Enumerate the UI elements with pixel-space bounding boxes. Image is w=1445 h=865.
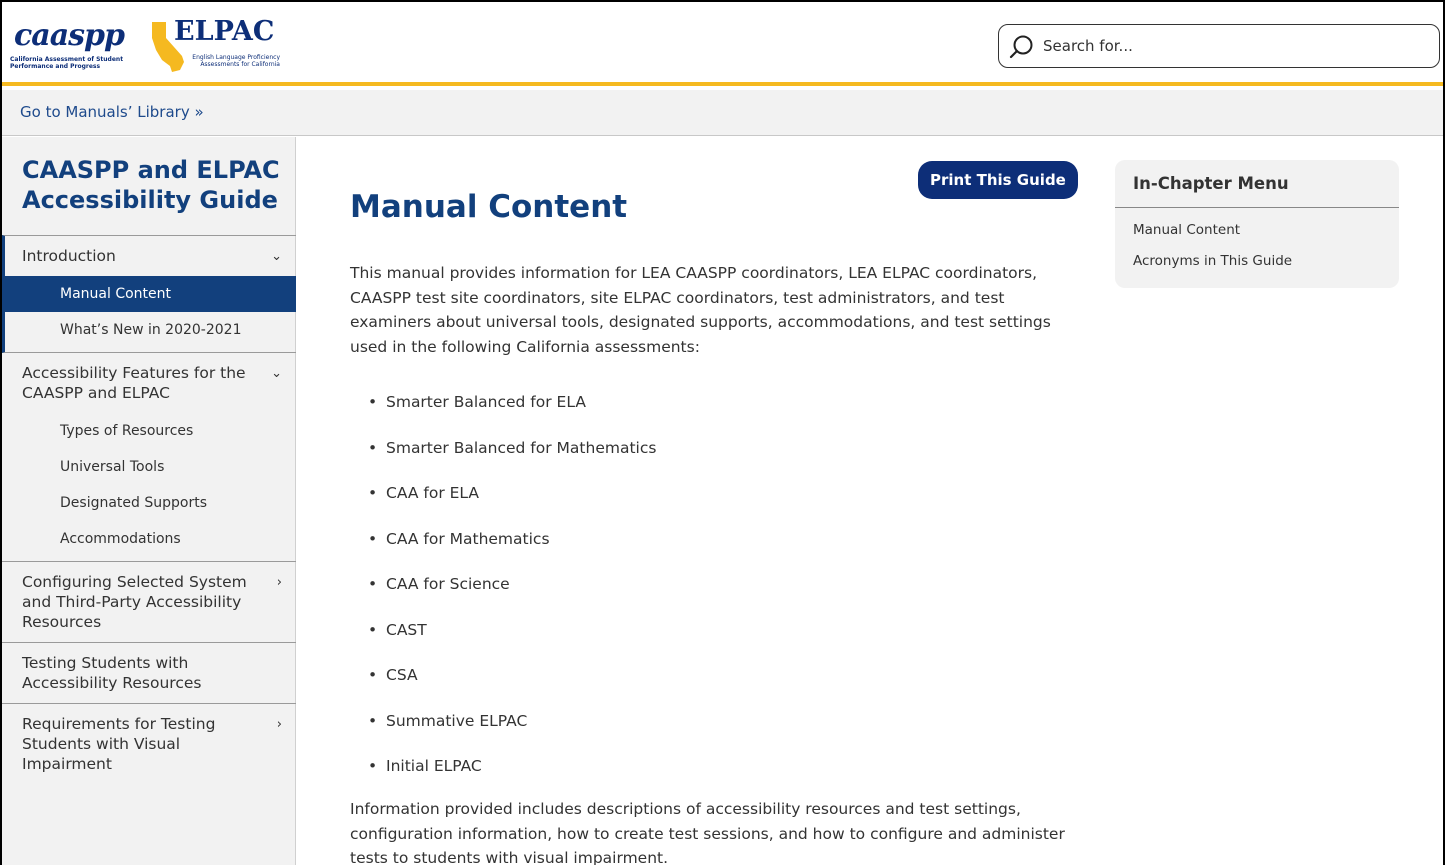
chevron-down-icon[interactable]: ⌄: [271, 364, 282, 384]
chevron-down-icon[interactable]: ⌄: [271, 247, 282, 267]
sidebar-item-testing-students[interactable]: Testing Students with Accessibility Reso…: [2, 643, 296, 703]
search-icon[interactable]: [1009, 34, 1035, 60]
sidebar-item-accessibility-features[interactable]: Accessibility Features for the CAASPP an…: [2, 353, 296, 413]
sidebar-item-configuring[interactable]: Configuring Selected System and Third-Pa…: [2, 562, 296, 642]
sidebar-item-designated-supports[interactable]: Designated Supports: [2, 485, 296, 521]
list-item: Smarter Balanced for ELA: [368, 390, 656, 436]
intro-paragraph: This manual provides information for LEA…: [350, 264, 1051, 356]
page-title: Manual Content: [350, 189, 628, 225]
sidebar-section-accessibility-features: Accessibility Features for the CAASPP an…: [2, 353, 296, 562]
sidebar-item-manual-content[interactable]: Manual Content: [5, 276, 296, 312]
caaspp-logo-tagline: California Assessment of Student Perform…: [10, 56, 124, 70]
chapter-link-manual-content[interactable]: Manual Content: [1133, 222, 1240, 238]
manuals-library-link[interactable]: Go to Manuals’ Library »: [20, 103, 204, 121]
sidebar-section-testing-students: Testing Students with Accessibility Reso…: [2, 643, 296, 704]
sidebar-item-label: Configuring Selected System and Third-Pa…: [22, 573, 247, 631]
in-chapter-menu-title: In-Chapter Menu: [1133, 174, 1289, 193]
list-item: Initial ELPAC: [368, 754, 656, 800]
chapter-link-acronyms[interactable]: Acronyms in This Guide: [1133, 253, 1292, 269]
chevron-right-icon[interactable]: ›: [277, 715, 282, 735]
sidebar-item-label: Testing Students with Accessibility Reso…: [22, 654, 202, 692]
list-item: Smarter Balanced for Mathematics: [368, 436, 656, 482]
library-bar: Go to Manuals’ Library »: [2, 90, 1443, 136]
divider: [1115, 207, 1399, 208]
sidebar-submenu: Types of Resources Universal Tools Desig…: [2, 413, 296, 561]
sidebar-section-introduction: Introduction ⌄ Manual Content What’s New…: [2, 235, 296, 353]
sidebar-item-label: Accessibility Features for the CAASPP an…: [22, 364, 246, 402]
elpac-logo-tagline: English Language Proficiency Assessments…: [192, 54, 280, 68]
list-item: CSA: [368, 663, 656, 709]
elpac-logo-word: ELPAC: [174, 16, 275, 47]
search-input[interactable]: [1043, 31, 1423, 61]
sidebar: CAASPP and ELPAC Accessibility Guide Int…: [2, 137, 296, 865]
in-chapter-menu: In-Chapter Menu Manual Content Acronyms …: [1115, 160, 1399, 288]
sidebar-item-types-of-resources[interactable]: Types of Resources: [2, 413, 296, 449]
sidebar-item-visual-impairment[interactable]: Requirements for Testing Students with V…: [2, 704, 296, 784]
elpac-logo[interactable]: ELPAC English Language Proficiency Asses…: [148, 16, 288, 76]
list-item: CAST: [368, 618, 656, 664]
site-header: caaspp California Assessment of Student …: [2, 2, 1443, 86]
search-box[interactable]: [998, 24, 1440, 68]
sidebar-title: CAASPP and ELPAC Accessibility Guide: [22, 156, 280, 214]
sidebar-submenu: Manual Content What’s New in 2020-2021: [5, 276, 296, 352]
sidebar-nav: Introduction ⌄ Manual Content What’s New…: [2, 235, 296, 784]
caaspp-logo[interactable]: caaspp California Assessment of Student …: [10, 18, 150, 76]
sidebar-section-visual-impairment: Requirements for Testing Students with V…: [2, 704, 296, 784]
sidebar-section-configuring: Configuring Selected System and Third-Pa…: [2, 562, 296, 643]
list-item: CAA for ELA: [368, 481, 656, 527]
info-paragraph: Information provided includes descriptio…: [350, 800, 1065, 865]
sidebar-item-whats-new[interactable]: What’s New in 2020-2021: [5, 312, 296, 348]
sidebar-item-universal-tools[interactable]: Universal Tools: [2, 449, 296, 485]
caaspp-logo-word: caaspp: [14, 18, 125, 53]
assessment-list: Smarter Balanced for ELA Smarter Balance…: [368, 390, 656, 800]
list-item: CAA for Science: [368, 572, 656, 618]
sidebar-item-label: Introduction: [22, 247, 116, 265]
main-content: Print This Guide Manual Content This man…: [348, 137, 1088, 865]
print-guide-button[interactable]: Print This Guide: [918, 161, 1078, 199]
sidebar-item-introduction[interactable]: Introduction ⌄: [5, 236, 296, 276]
sidebar-item-accommodations[interactable]: Accommodations: [2, 521, 296, 557]
list-item: CAA for Mathematics: [368, 527, 656, 573]
page-frame: caaspp California Assessment of Student …: [0, 0, 1445, 865]
chevron-right-icon[interactable]: ›: [277, 573, 282, 593]
sidebar-item-label: Requirements for Testing Students with V…: [22, 715, 216, 773]
list-item: Summative ELPAC: [368, 709, 656, 755]
